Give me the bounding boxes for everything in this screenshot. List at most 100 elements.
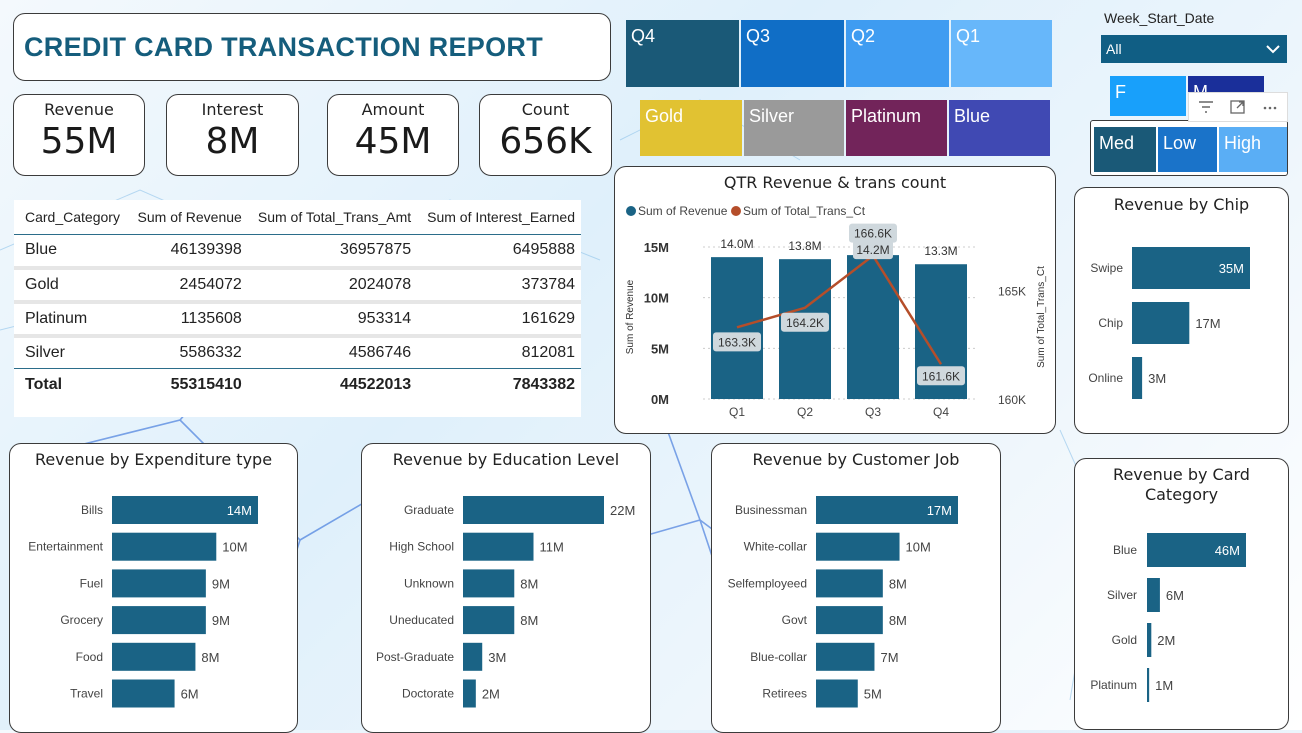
line-data-label: 161.6K bbox=[922, 369, 960, 383]
category-label: Uneducated bbox=[389, 613, 454, 627]
category-label: Travel bbox=[70, 687, 103, 701]
data-label: 8M bbox=[889, 613, 907, 628]
column-header[interactable]: Sum of Revenue bbox=[128, 200, 248, 235]
data-label: 1M bbox=[1155, 678, 1173, 693]
data-label: 35M bbox=[1219, 261, 1244, 276]
data-label: 8M bbox=[889, 576, 907, 591]
qtr-chart-svg: Sum of Revenue Sum of Total_Trans_Ct 0M 5M 1… bbox=[625, 204, 1047, 419]
bar bbox=[1132, 302, 1190, 344]
category-label: Govt bbox=[782, 613, 808, 627]
category-label: High School bbox=[389, 540, 454, 554]
table-cell: 7843382 bbox=[417, 368, 581, 402]
table-row[interactable]: Silver 5586332 4586746 812081 bbox=[14, 336, 581, 369]
slicer-f-button[interactable]: F bbox=[1110, 76, 1186, 116]
table-cell: 1135608 bbox=[180, 309, 242, 327]
slicer-med-button[interactable]: Med bbox=[1094, 127, 1156, 172]
week-start-date-label: Week_Start_Date bbox=[1104, 10, 1215, 26]
table-row[interactable]: Platinum 1135608 953314 161629 bbox=[14, 302, 581, 336]
visual-header-toolbar bbox=[1188, 92, 1288, 122]
kpi-label: Revenue bbox=[44, 100, 114, 119]
bar bbox=[711, 257, 763, 399]
bar bbox=[816, 569, 883, 598]
dropdown-value: All bbox=[1106, 41, 1122, 57]
slicer-blue-button[interactable]: Blue bbox=[949, 100, 1050, 156]
y-tick-label: 10M bbox=[644, 291, 669, 306]
more-options-icon[interactable] bbox=[1261, 99, 1279, 115]
job-chart-svg: Businessman 17M White-collar 10M Selfemploye… bbox=[728, 496, 958, 708]
data-label: 3M bbox=[1148, 371, 1166, 386]
category-label: Chip bbox=[1098, 316, 1123, 330]
table-cell: 373784 bbox=[521, 275, 575, 293]
x-tick-label: Q4 bbox=[933, 405, 949, 419]
data-label: 8M bbox=[520, 613, 538, 628]
slicer-q4-button[interactable]: Q4 bbox=[626, 20, 739, 87]
slicer-gold-button[interactable]: Gold bbox=[640, 100, 742, 156]
x-tick-label: Q2 bbox=[797, 405, 813, 419]
kpi-value: 8M bbox=[205, 121, 260, 162]
data-label: 13.3M bbox=[924, 244, 957, 258]
column-header[interactable]: Sum of Total_Trans_Amt bbox=[247, 200, 418, 235]
legend-label: Sum of Total_Trans_Ct bbox=[743, 204, 866, 218]
table-cell: 2454072 bbox=[179, 275, 242, 293]
bar bbox=[463, 496, 604, 524]
data-label: 6M bbox=[1166, 588, 1184, 603]
week-start-date-dropdown[interactable]: All bbox=[1101, 35, 1287, 63]
category-label: Blue bbox=[1113, 543, 1137, 557]
focus-mode-icon[interactable] bbox=[1229, 99, 1247, 115]
slicer-silver-button[interactable]: Silver bbox=[744, 100, 844, 156]
card-category-chart-card: Revenue by Card Category Blue 46M Silver 6M… bbox=[1074, 458, 1289, 730]
bar bbox=[112, 642, 196, 671]
slicer-q1-button[interactable]: Q1 bbox=[951, 20, 1052, 87]
bar bbox=[463, 642, 483, 671]
kpi-label: Amount bbox=[361, 100, 425, 119]
line-data-label: 164.2K bbox=[786, 316, 824, 330]
table-row[interactable]: Gold 2454072 2024078 373784 bbox=[14, 268, 581, 302]
education-chart-svg: Graduate 22M High School 11M Unknown 8M Uneduc… bbox=[376, 496, 635, 708]
slicer-high-button[interactable]: High bbox=[1219, 127, 1287, 172]
table-header-row: Card_Category Sum of Revenue Sum of Tota… bbox=[14, 200, 581, 235]
slicer-platinum-button[interactable]: Platinum bbox=[846, 100, 947, 156]
column-header[interactable]: Card_Category bbox=[14, 200, 129, 235]
category-label: Gold bbox=[1112, 633, 1137, 647]
legend-label: Sum of Revenue bbox=[638, 204, 728, 218]
bar bbox=[1147, 578, 1160, 612]
data-label: 14M bbox=[227, 503, 252, 518]
bar bbox=[1132, 357, 1143, 399]
data-label: 3M bbox=[488, 650, 506, 665]
filter-icon[interactable] bbox=[1197, 99, 1215, 115]
column-header[interactable]: Sum of Interest_Earned bbox=[417, 200, 581, 235]
y2-axis-title: Sum of Total_Trans_Ct bbox=[1036, 266, 1047, 368]
table-row[interactable]: Blue 46139398 36957875 6495888 bbox=[14, 235, 581, 268]
y-tick-label: 0M bbox=[651, 392, 669, 407]
table-cell: 5586332 bbox=[179, 343, 242, 361]
card-category-table: Card_Category Sum of Revenue Sum of Tota… bbox=[14, 200, 581, 417]
card-category-chart-svg: Blue 46M Silver 6M Gold 2M Platinum 1M bbox=[1090, 533, 1246, 702]
chevron-down-icon bbox=[1266, 45, 1280, 54]
x-tick-label: Q3 bbox=[865, 405, 881, 419]
table-cell: 4586746 bbox=[348, 343, 412, 361]
bar bbox=[816, 532, 900, 561]
line-data-label: 163.3K bbox=[718, 335, 756, 349]
data-label: 11M bbox=[540, 540, 564, 555]
bar bbox=[816, 606, 883, 635]
table-cell: 2024078 bbox=[348, 275, 412, 293]
kpi-count-card: Count 656K bbox=[479, 94, 612, 176]
slicer-low-button[interactable]: Low bbox=[1158, 127, 1217, 172]
category-label: Doctorate bbox=[402, 687, 454, 701]
qtr-chart-card: QTR Revenue & trans count Sum of Revenue… bbox=[614, 166, 1056, 434]
table-cell: Blue bbox=[25, 241, 58, 259]
table-cell: 812081 bbox=[521, 343, 575, 361]
table-cell: 161629 bbox=[521, 309, 575, 327]
chip-chart-svg: Swipe 35M Chip 17M Online 3M bbox=[1088, 247, 1250, 399]
bar bbox=[112, 532, 217, 561]
y-tick-label: 5M bbox=[651, 341, 669, 356]
table-cell: 953314 bbox=[357, 309, 412, 327]
slicer-q2-button[interactable]: Q2 bbox=[846, 20, 949, 87]
y2-tick-label: 160K bbox=[998, 393, 1026, 407]
bar bbox=[463, 532, 534, 561]
bar bbox=[112, 569, 206, 598]
category-label: Swipe bbox=[1090, 261, 1123, 275]
slicer-q3-button[interactable]: Q3 bbox=[741, 20, 844, 87]
kpi-revenue-card: Revenue 55M bbox=[13, 94, 145, 176]
table-cell: 36957875 bbox=[339, 241, 412, 259]
